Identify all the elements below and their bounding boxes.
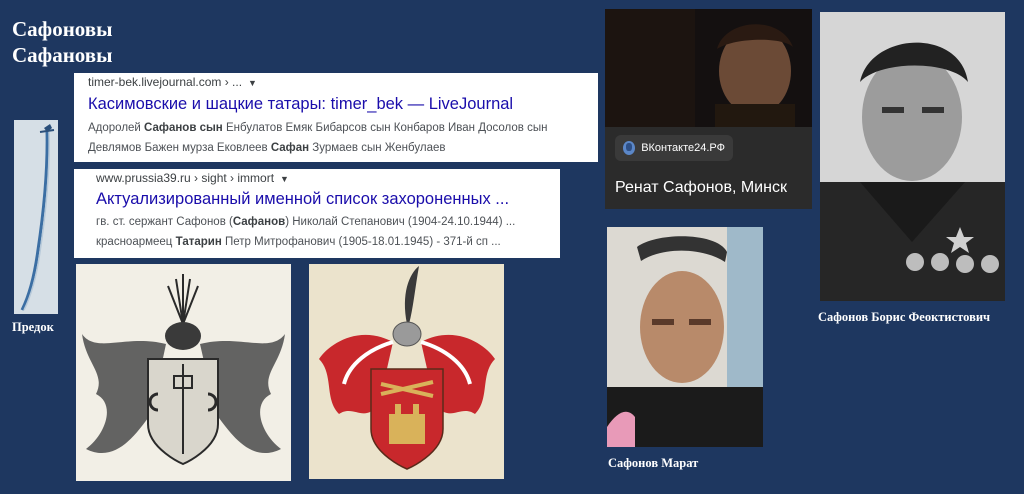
snippet-highlight: Сафанов <box>144 122 197 134</box>
boris-portrait <box>820 12 1005 301</box>
snippet-highlight: Татарин <box>175 236 222 248</box>
search-result-card[interactable]: timer-bek.livejournal.com › ... ▼ Касимов… <box>74 73 598 162</box>
caret-down-icon[interactable]: ▼ <box>280 174 289 184</box>
snippet-text: Енбулатов Емяк Бибарсов сын Конбаров Ива… <box>222 122 548 134</box>
ancestor-caption: Предок <box>12 320 54 334</box>
boris-photo[interactable] <box>820 12 1005 301</box>
snippet-highlight: Сафан <box>270 142 310 154</box>
caret-down-icon[interactable]: ▼ <box>248 78 257 88</box>
vk-badge-label: ВКонтакте24.РФ <box>641 142 725 154</box>
coat-of-arms-drawing <box>76 264 291 481</box>
snippet-highlight: Сафанов <box>232 216 286 228</box>
sabre-drawing <box>14 120 58 314</box>
result-title-link[interactable]: Касимовские и шацкие татары: timer_bek —… <box>88 95 584 114</box>
result-snippet-line: гв. ст. сержант Сафонов (Сафанов) Никола… <box>96 212 546 232</box>
video-thumbnail <box>605 9 812 127</box>
snippet-text: красноармеец <box>96 236 176 248</box>
snippet-text: Девлямов Бажен мурза Ековлеев <box>88 142 271 154</box>
marat-photo[interactable] <box>607 227 763 447</box>
snippet-text: Петр Митрофанович (1905-18.01.1945) - 37… <box>221 236 501 248</box>
snippet-text: Адоролей <box>88 122 145 134</box>
sabre-image[interactable] <box>14 120 58 314</box>
marat-portrait <box>607 227 763 447</box>
search-result-card[interactable]: www.prussia39.ru › sight › immort ▼ Актуа… <box>74 169 560 258</box>
coat-of-arms-engraving[interactable] <box>76 264 291 481</box>
title-line-2: Сафановы <box>12 43 113 67</box>
page-title: Сафоновы Сафановы <box>12 16 113 68</box>
coat-of-arms-colored[interactable] <box>309 264 504 479</box>
result-url[interactable]: www.prussia39.ru › sight › immort ▼ <box>96 171 546 185</box>
globe-icon <box>623 141 636 155</box>
result-title-link[interactable]: Актуализированный именной список захорон… <box>96 190 546 209</box>
vk-person-name[interactable]: Ренат Сафонов, Минск <box>615 179 787 197</box>
title-line-1: Сафоновы <box>12 17 113 41</box>
marat-caption: Сафонов Марат <box>608 456 699 470</box>
coat-of-arms-color-drawing <box>309 264 504 479</box>
result-url[interactable]: timer-bek.livejournal.com › ... ▼ <box>88 75 584 89</box>
snippet-highlight: сын <box>199 122 223 134</box>
vk-video-tile[interactable]: ВКонтакте24.РФ Ренат Сафонов, Минск <box>605 9 812 209</box>
result-snippet-line: Девлямов Бажен мурза Ековлеев Сафан Зурм… <box>88 138 584 158</box>
snippet-text: гв. ст. сержант Сафонов ( <box>96 216 233 228</box>
boris-caption: Сафонов Борис Феоктистович <box>818 310 991 324</box>
vk-source-badge[interactable]: ВКонтакте24.РФ <box>615 135 733 161</box>
result-snippet-line: красноармеец Татарин Петр Митрофанович (… <box>96 232 546 252</box>
snippet-text: ) Николай Степанович (1904-24.10.1944) .… <box>285 216 516 228</box>
result-snippet-line: Адоролей Сафанов сын Енбулатов Емяк Биба… <box>88 118 584 138</box>
snippet-text: Зурмаев сын Женбулаев <box>309 142 446 154</box>
